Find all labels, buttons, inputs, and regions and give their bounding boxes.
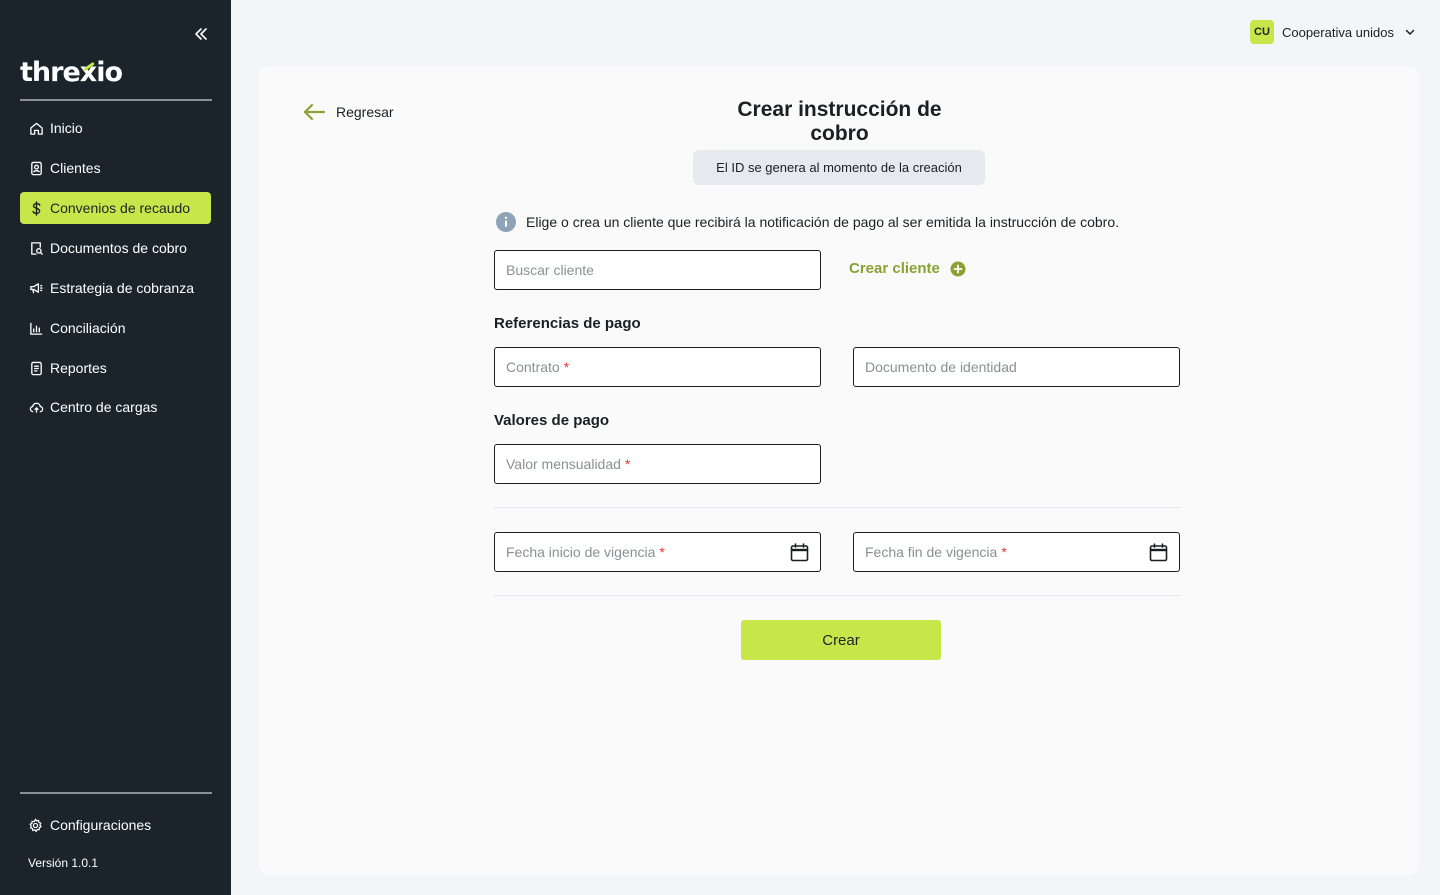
monthly-value-field[interactable]: Valor mensualidad * xyxy=(494,444,821,484)
id-document-input[interactable] xyxy=(865,359,1168,375)
info-icon xyxy=(496,212,516,232)
threxio-logo: threxio xyxy=(20,57,123,88)
sidebar-nav: Inicio Clientes Convenios de recaudo Doc… xyxy=(20,112,211,422)
required-mark: * xyxy=(1001,544,1007,560)
sidebar-item-documentos[interactable]: Documentos de cobro xyxy=(20,232,211,264)
monthly-value-placeholder: Valor mensualidad xyxy=(506,456,621,472)
document-search-icon xyxy=(28,240,44,256)
gear-icon xyxy=(28,817,44,833)
sidebar-item-label: Conciliación xyxy=(50,320,126,336)
sidebar-item-conciliacion[interactable]: Conciliación xyxy=(20,312,211,344)
chevron-down-icon xyxy=(1405,29,1415,35)
megaphone-icon xyxy=(28,280,44,296)
sidebar-divider xyxy=(20,99,212,101)
back-label: Regresar xyxy=(336,104,394,120)
arrow-left-icon xyxy=(303,103,326,121)
home-icon xyxy=(28,120,44,136)
create-button[interactable]: Crear xyxy=(741,620,941,660)
collapse-sidebar-button[interactable] xyxy=(190,24,212,44)
contract-field[interactable]: Contrato * xyxy=(494,347,821,387)
sidebar-item-label: Clientes xyxy=(50,160,101,176)
main-card: Regresar Crear instrucción de cobro El I… xyxy=(258,66,1420,875)
cloud-upload-icon xyxy=(28,399,44,415)
sidebar-item-label: Inicio xyxy=(50,120,83,136)
sidebar-item-label: Convenios de recaudo xyxy=(50,200,191,216)
id-note-badge: El ID se genera al momento de la creació… xyxy=(693,150,985,185)
client-card-icon xyxy=(28,160,44,176)
section-divider xyxy=(494,595,1180,596)
sidebar-item-estrategia[interactable]: Estrategia de cobranza xyxy=(20,272,211,304)
sidebar-item-centro-cargas[interactable]: Centro de cargas xyxy=(20,392,211,422)
back-button[interactable]: Regresar xyxy=(302,102,394,122)
info-text: Elige o crea un cliente que recibirá la … xyxy=(526,214,1120,230)
sidebar-item-label: Documentos de cobro xyxy=(50,240,187,256)
sidebar-item-label: Reportes xyxy=(50,360,107,376)
user-name: Cooperativa unidos xyxy=(1281,24,1394,40)
search-client-input[interactable] xyxy=(506,262,809,278)
end-date-field[interactable]: Fecha fin de vigencia * xyxy=(853,532,1180,572)
create-client-button[interactable]: Crear cliente xyxy=(849,260,966,277)
sidebar-item-label: Configuraciones xyxy=(50,817,152,833)
sidebar-divider-bottom xyxy=(20,792,212,794)
sidebar-item-label: Centro de cargas xyxy=(50,399,158,415)
calendar-icon[interactable] xyxy=(1149,543,1168,562)
sidebar-item-clientes[interactable]: Clientes xyxy=(20,152,211,184)
sidebar-item-configuraciones[interactable]: Configuraciones xyxy=(20,809,211,841)
end-date-placeholder: Fecha fin de vigencia xyxy=(865,544,998,560)
sidebar-item-label: Estrategia de cobranza xyxy=(50,280,194,296)
avatar: CU xyxy=(1249,20,1274,44)
sidebar: threxio Inicio Clientes Convenios de rec… xyxy=(0,0,231,895)
search-client-field[interactable] xyxy=(494,250,821,290)
plus-circle-icon xyxy=(950,261,966,276)
section-divider xyxy=(494,507,1180,508)
double-chevron-left-icon xyxy=(195,28,207,40)
report-icon xyxy=(28,360,44,376)
sidebar-item-inicio[interactable]: Inicio xyxy=(20,112,211,144)
dollar-icon xyxy=(28,200,44,216)
calendar-icon[interactable] xyxy=(790,543,809,562)
required-mark: * xyxy=(659,544,665,560)
contract-placeholder: Contrato xyxy=(506,359,560,375)
required-mark: * xyxy=(624,456,631,472)
sidebar-item-reportes[interactable]: Reportes xyxy=(20,352,211,384)
start-date-field[interactable]: Fecha inicio de vigencia * xyxy=(494,532,821,572)
section-title-values: Valores de pago xyxy=(494,412,610,429)
create-client-label: Crear cliente xyxy=(849,260,940,277)
start-date-placeholder: Fecha inicio de vigencia xyxy=(506,544,656,560)
sidebar-item-convenios[interactable]: Convenios de recaudo xyxy=(20,192,211,224)
id-document-field[interactable] xyxy=(853,347,1180,387)
required-mark: * xyxy=(563,359,570,375)
page-title: Crear instrucción de cobro xyxy=(707,98,972,155)
bar-chart-icon xyxy=(28,320,44,336)
info-message: Elige o crea un cliente que recibirá la … xyxy=(496,212,1119,232)
version-text: Versión 1.0.1 xyxy=(28,856,99,870)
user-menu[interactable]: CU Cooperativa unidos xyxy=(1249,20,1416,44)
section-title-references: Referencias de pago xyxy=(494,315,641,332)
